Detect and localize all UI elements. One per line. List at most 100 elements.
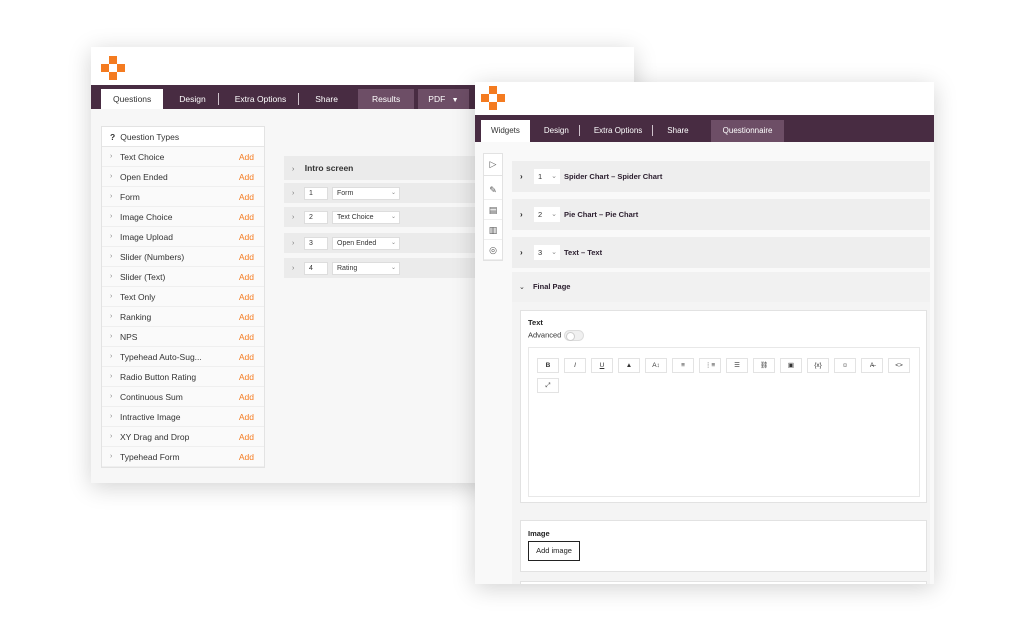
add-question-link[interactable]: Add [239,347,254,367]
question-type-item[interactable]: › Image Upload Add [102,227,264,247]
question-types-header: ? Question Types [102,127,264,147]
question-type-select[interactable]: Rating ⌄ [332,261,400,275]
question-type-item[interactable]: › Ranking Add [102,307,264,327]
advanced-label: Advanced [528,330,562,340]
question-type-label: XY Drag and Drop [120,431,190,442]
widget-number: 3 [538,248,543,257]
question-type-item[interactable]: › NPS Add [102,327,264,347]
widget-row[interactable]: › 3 ⌄ Text – Text [512,237,930,268]
tab-questions[interactable]: Questions [101,89,164,109]
add-question-link[interactable]: Add [239,247,254,267]
tab-design[interactable]: Design [167,93,219,105]
question-type: Text Choice [337,213,374,221]
underline-icon[interactable]: U [591,358,613,373]
widget-number-select[interactable]: 1 ⌄ [534,169,560,184]
text-widget-card: Text Advanced B I U ▲ A↕ ≡ ⋮≡ ☰ ⛓ ▣ {x} … [520,310,927,503]
tab-share[interactable]: Share [657,120,698,142]
question-type-select[interactable]: Text Choice ⌄ [332,210,400,224]
link-icon[interactable]: ⛓ [753,358,775,373]
add-question-link[interactable]: Add [239,307,254,327]
add-question-link[interactable]: Add [239,147,254,167]
variable-icon[interactable]: {x} [807,358,829,373]
fullscreen-icon[interactable]: ⤢ [537,378,559,393]
brand-logo-icon [101,56,125,80]
question-type-item[interactable]: › Typehead Form Add [102,447,264,467]
add-question-link[interactable]: Add [239,407,254,427]
tab-widgets[interactable]: Widgets [481,120,530,142]
question-type-item[interactable]: › Typehead Auto-Sug... Add [102,347,264,367]
question-type-item[interactable]: › Form Add [102,187,264,207]
rich-text-editor[interactable]: B I U ▲ A↕ ≡ ⋮≡ ☰ ⛓ ▣ {x} ☺ A̶ <> ⤢ [528,347,920,497]
widget-row[interactable]: › 1 ⌄ Spider Chart – Spider Chart [512,161,930,192]
question-type-item[interactable]: › Image Choice Add [102,207,264,227]
final-page-section[interactable]: ⌄ Final Page [512,272,930,302]
chevron-down-icon: ⌄ [390,239,396,246]
question-type-item[interactable]: › Text Choice Add [102,147,264,167]
question-type-item[interactable]: › Radio Button Rating Add [102,367,264,387]
question-type-select[interactable]: Form ⌄ [332,186,400,200]
code-icon[interactable]: <> [888,358,910,373]
question-type-item[interactable]: › Open Ended Add [102,167,264,187]
question-type-item[interactable]: › Continuous Sum Add [102,387,264,407]
add-question-link[interactable]: Add [239,447,254,467]
question-type-item[interactable]: › Intractive Image Add [102,407,264,427]
widget-number-select[interactable]: 2 ⌄ [534,207,560,222]
chevron-right-icon: › [110,412,113,420]
question-type-item[interactable]: › Slider (Numbers) Add [102,247,264,267]
question-number-select[interactable]: 3 [304,236,328,250]
tab-pdf[interactable]: PDF ▼ [418,89,469,109]
chevron-right-icon: › [292,166,295,173]
text-widget-icon[interactable]: ▤ [484,200,502,220]
add-question-link[interactable]: Add [239,207,254,227]
chevron-right-icon: › [110,152,113,160]
add-question-link[interactable]: Add [239,227,254,247]
text-color-icon[interactable]: ▲ [618,358,640,373]
add-question-link[interactable]: Add [239,327,254,347]
widget-name: Pie Chart – Pie Chart [564,210,639,219]
question-type-select[interactable]: Open Ended ⌄ [332,236,400,250]
advanced-toggle[interactable] [564,330,585,341]
add-question-link[interactable]: Add [239,267,254,287]
question-number-select[interactable]: 2 [304,210,328,224]
chevron-right-icon: › [110,192,113,200]
bold-icon[interactable]: B [537,358,559,373]
question-type-item[interactable]: › Slider (Text) Add [102,267,264,287]
italic-icon[interactable]: I [564,358,586,373]
align-icon[interactable]: ≡ [672,358,694,373]
tab-results[interactable]: Results [357,89,415,109]
add-question-link[interactable]: Add [239,187,254,207]
font-size-icon[interactable]: A↕ [645,358,667,373]
chevron-right-icon: › [110,292,113,300]
tab-extra-options[interactable]: Extra Options [584,125,654,136]
widget-number-select[interactable]: 3 ⌄ [534,245,560,260]
question-type-item[interactable]: › Text Only Add [102,287,264,307]
widget-row[interactable]: › 2 ⌄ Pie Chart – Pie Chart [512,199,930,230]
emoji-icon[interactable]: ☺ [834,358,856,373]
tab-share[interactable]: Share [303,89,350,109]
tab-design[interactable]: Design [534,125,580,136]
question-number: 4 [309,264,313,272]
ordered-list-icon[interactable]: ⋮≡ [699,358,721,373]
clear-format-icon[interactable]: A̶ [861,358,883,373]
caret-down-icon: ▼ [451,97,459,104]
question-type-label: Slider (Text) [120,271,166,282]
expand-panel-icon[interactable]: ▷ [484,154,502,176]
question-number-select[interactable]: 4 [304,261,328,275]
add-question-link[interactable]: Add [239,367,254,387]
magic-wand-icon[interactable]: ✎ [484,180,502,200]
bullet-list-icon[interactable]: ☰ [726,358,748,373]
add-question-link[interactable]: Add [239,167,254,187]
question-number: 3 [309,239,313,247]
add-question-link[interactable]: Add [239,427,254,447]
tab-questionnaire[interactable]: Questionnaire [710,120,785,142]
image-icon[interactable]: ▣ [780,358,802,373]
tab-extra-options[interactable]: Extra Options [223,93,300,105]
chart-icon[interactable]: ▥ [484,220,502,240]
add-question-link[interactable]: Add [239,287,254,307]
question-number-select[interactable]: 1 [304,186,328,200]
add-image-button[interactable]: Add image [528,541,580,561]
question-type-item[interactable]: › XY Drag and Drop Add [102,427,264,447]
palette-icon[interactable]: ◎ [484,240,502,260]
main-tabs: Widgets Design Extra Options Share Quest… [475,115,934,142]
add-question-link[interactable]: Add [239,387,254,407]
